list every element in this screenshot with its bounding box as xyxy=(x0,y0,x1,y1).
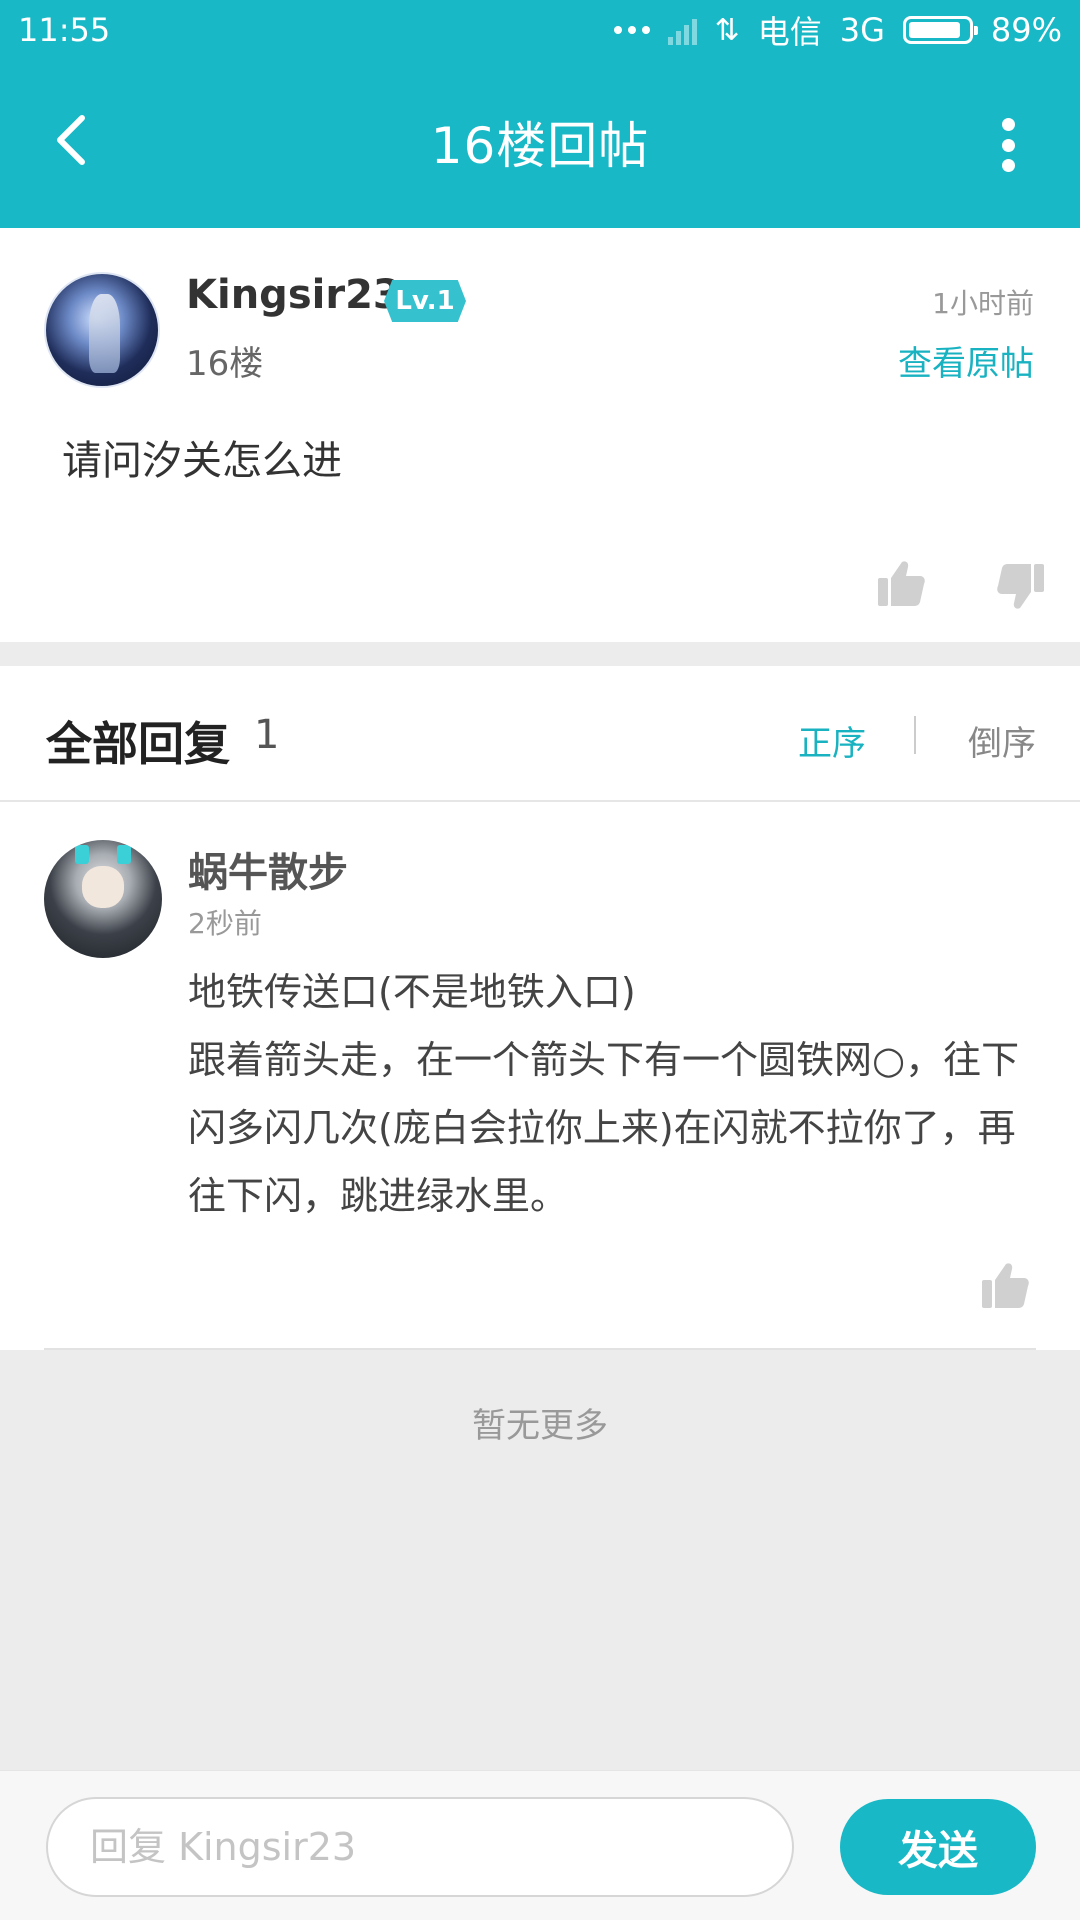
divider xyxy=(44,1348,1036,1350)
status-time: 11:55 xyxy=(18,11,111,49)
reply-username[interactable]: 蜗牛散步 xyxy=(188,840,348,898)
level-badge: Lv.1 xyxy=(384,280,466,322)
replies-count: 1 xyxy=(254,712,280,758)
sort-ascending-button[interactable]: 正序 xyxy=(798,716,866,765)
battery-fill xyxy=(908,22,961,38)
reply-time: 2秒前 xyxy=(188,907,262,940)
status-bar: 11:55 ⇅ 电信 3G 89% xyxy=(0,0,1080,60)
reply-input[interactable] xyxy=(46,1797,794,1897)
replies-header: 全部回复 1 正序 倒序 xyxy=(0,666,1080,802)
vertical-dots-icon xyxy=(1001,118,1015,131)
original-post: Kingsir23 Lv.1 16楼 1小时前 查看原帖 请问汐关怎么进 xyxy=(0,228,1080,642)
reply-composer: 发送 xyxy=(0,1770,1080,1920)
post-time: 1小时前 xyxy=(932,287,1034,320)
sort-divider xyxy=(914,716,916,754)
post-floor: 16楼 xyxy=(186,344,264,384)
avatar[interactable] xyxy=(44,840,162,958)
battery-icon xyxy=(902,16,978,44)
sort-descending-button[interactable]: 倒序 xyxy=(968,716,1036,765)
thumbs-down-icon[interactable] xyxy=(996,562,1046,612)
reply-text: 地铁传送口(不是地铁入口) 跟着箭头走，在一个箭头下有一个圆铁网○，往下闪多闪几… xyxy=(188,970,1020,1218)
no-more-text: 暂无更多 xyxy=(472,1406,608,1446)
page-title: 16楼回帖 xyxy=(430,117,650,175)
list-item: 蜗牛散步 2秒前 地铁传送口(不是地铁入口) 跟着箭头走，在一个箭头下有一个圆铁… xyxy=(0,802,1080,1350)
data-transfer-icon: ⇅ xyxy=(714,12,740,48)
view-original-link[interactable]: 查看原帖 xyxy=(898,336,1034,385)
more-button[interactable] xyxy=(998,118,1018,172)
status-network: 3G xyxy=(839,11,885,49)
avatar[interactable] xyxy=(44,272,160,388)
replies-label: 全部回复 xyxy=(46,717,230,771)
thumbs-up-icon[interactable] xyxy=(980,1260,1030,1310)
post-content: 请问汐关怎么进 xyxy=(62,438,342,484)
send-button[interactable]: 发送 xyxy=(840,1799,1036,1895)
post-username[interactable]: Kingsir23 xyxy=(186,272,401,318)
signal-icon xyxy=(667,15,697,45)
thumbs-up-icon[interactable] xyxy=(876,558,926,608)
status-battery: 89% xyxy=(990,11,1062,49)
notification-dots-icon xyxy=(613,26,650,34)
app-header: 16楼回帖 xyxy=(0,60,1080,228)
status-indicators: ⇅ 电信 3G 89% xyxy=(613,7,1062,53)
status-carrier: 电信 xyxy=(757,13,822,51)
